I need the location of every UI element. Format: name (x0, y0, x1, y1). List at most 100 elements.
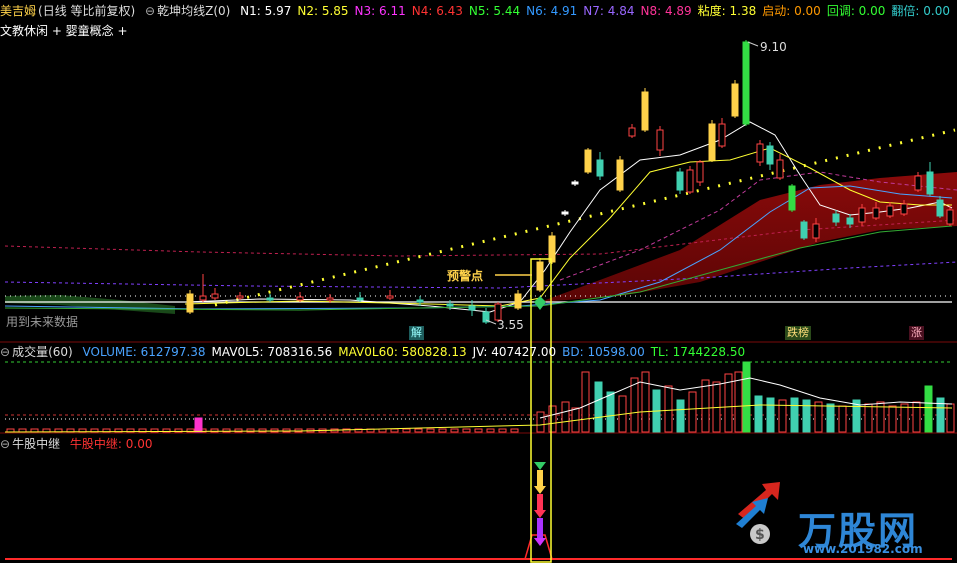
volume-bar (826, 403, 835, 433)
volume-field-3: JV: 407427.00 (472, 345, 557, 359)
volume-bar (606, 391, 615, 433)
volume-bar (778, 399, 787, 433)
high-price-label: 9.10 (760, 40, 787, 54)
logo-graphic: $ (736, 482, 780, 544)
candle (211, 288, 219, 300)
volume-title[interactable]: 成交量(60) (12, 345, 73, 359)
indicator-title[interactable]: 牛股中继 (12, 437, 60, 451)
ma-cloud (540, 172, 957, 302)
volume-bar (426, 428, 435, 433)
indicator-header: ⊖ 牛股中继 牛股中继: 0.00 (0, 435, 957, 453)
tag-jie[interactable]: 解 (409, 326, 424, 340)
candle (514, 290, 522, 310)
volume-bar (438, 428, 447, 433)
candle (628, 124, 636, 138)
svg-text:$: $ (755, 527, 765, 543)
candle (596, 152, 604, 180)
candle (656, 126, 664, 156)
warning-point-label: 预警点 (447, 269, 484, 283)
volume-bar (814, 401, 823, 433)
volume-bar (900, 403, 909, 433)
candle (742, 40, 750, 126)
candle (686, 166, 694, 194)
candle (186, 290, 194, 314)
collapse-icon[interactable]: ⊖ (0, 437, 10, 451)
volume-bar (924, 385, 933, 433)
candle (356, 292, 364, 302)
volume-bar (838, 405, 847, 433)
candle (788, 184, 796, 212)
future-data-note: 用到未来数据 (6, 315, 79, 329)
volume-bar (688, 391, 697, 433)
tag-dieban[interactable]: 跌榜 (785, 326, 811, 340)
tag-zhang[interactable]: 涨 (909, 326, 924, 340)
site-url: www.201982.com (803, 542, 923, 556)
candle (482, 308, 490, 324)
warning-diamond (534, 296, 546, 310)
candle (756, 140, 764, 166)
volume-field-4: BD: 10598.00 (562, 345, 645, 359)
volume-bars (6, 361, 955, 433)
volume-bar (486, 428, 495, 433)
candle (800, 220, 808, 240)
volume-bar (450, 428, 459, 433)
volume-bar (701, 379, 710, 433)
volume-bar (630, 377, 639, 433)
candle (616, 156, 624, 192)
volume-field-2: MAV0L60: 580828.13 (338, 345, 467, 359)
volume-bar (594, 381, 603, 433)
volume-fields: VOLUME: 612797.38 MAV0L5: 708316.56 MAV0L6… (83, 345, 752, 359)
volume-bar (402, 428, 411, 433)
candle (776, 154, 784, 180)
candle (696, 160, 704, 186)
candle (676, 168, 684, 194)
volume-bar (742, 361, 751, 433)
candle (571, 180, 579, 186)
volume-bar (414, 428, 423, 433)
candles (186, 40, 954, 324)
candle (416, 296, 424, 306)
indicator-value: 牛股中继: 0.00 (69, 437, 153, 451)
volume-field-5: TL: 1744228.50 (650, 345, 746, 359)
volume-bar (498, 428, 507, 433)
volume-bar (802, 399, 811, 433)
volume-bar (581, 371, 590, 433)
candle (718, 118, 726, 148)
volume-bar (664, 385, 673, 433)
volume-bar (390, 428, 399, 433)
volume-bar (641, 371, 650, 433)
volume-bar (536, 411, 545, 433)
volume-bar (912, 401, 921, 433)
candle (766, 142, 774, 170)
candle (199, 274, 207, 302)
candle (926, 162, 934, 196)
ma-band-left (5, 295, 175, 314)
volume-bar (790, 397, 799, 433)
candle (561, 210, 569, 216)
signal-markers (534, 462, 546, 546)
candle (536, 258, 544, 292)
candle (641, 88, 649, 132)
volume-bar (864, 403, 873, 433)
volume-bar (194, 417, 203, 433)
volume-bar (462, 428, 471, 433)
candle (584, 148, 592, 174)
candle (386, 290, 394, 300)
volume-bar (510, 428, 519, 433)
volume-header: ⊖ 成交量(60) VOLUME: 612797.38 MAV0L5: 708316… (0, 343, 957, 361)
candle (296, 292, 304, 302)
low-price-label: 3.55 (497, 318, 524, 332)
volume-bar (561, 401, 570, 433)
candle (266, 294, 274, 302)
volume-bar (474, 428, 483, 433)
volume-field-0: VOLUME: 612797.38 (82, 345, 206, 359)
volume-bar (766, 397, 775, 433)
volume-field-1: MAV0L5: 708316.56 (211, 345, 333, 359)
volume-bar (548, 405, 557, 433)
volume-bar (754, 395, 763, 433)
volume-bar (888, 405, 897, 433)
collapse-icon[interactable]: ⊖ (0, 345, 10, 359)
candle (731, 80, 739, 118)
candle (708, 120, 716, 162)
volume-bar (676, 399, 685, 433)
